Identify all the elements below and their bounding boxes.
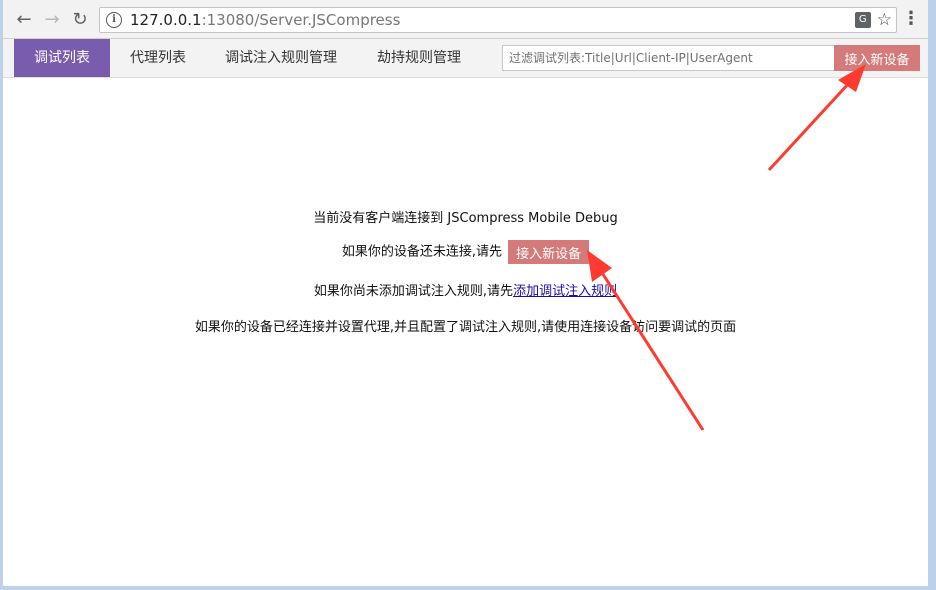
connect-new-device-inline-button[interactable]: 接入新设备	[508, 240, 590, 264]
tab-proxy-list[interactable]: 代理列表	[110, 39, 206, 77]
browser-toolbar: ← → ↻ i 127.0.0.1:13080/Server.JSCompres…	[3, 0, 928, 39]
filter-input[interactable]	[502, 45, 838, 71]
tab-hijack-rules[interactable]: 劫持规则管理	[356, 39, 482, 77]
translate-icon[interactable]: G	[854, 12, 871, 28]
rule-hint: 如果你尚未添加调试注入规则,请先添加调试注入规则	[3, 280, 928, 299]
connect-hint: 如果你的设备还未连接,请先 接入新设备	[3, 240, 928, 264]
back-arrow-icon[interactable]: ←	[13, 8, 35, 30]
usage-hint: 如果你的设备已经连接并设置代理,并且配置了调试注入规则,请使用连接设备访问要调试…	[194, 320, 737, 335]
main-content: 当前没有客户端连接到 JSCompress Mobile Debug 如果你的设…	[3, 78, 928, 586]
url-text[interactable]: 127.0.0.1:13080/Server.JSCompress	[130, 11, 400, 29]
rule-hint-text: 如果你尚未添加调试注入规则,请先	[313, 284, 514, 299]
address-bar[interactable]: i 127.0.0.1:13080/Server.JSCompress G ☆	[99, 7, 897, 33]
window-frame-bottom	[0, 586, 936, 590]
tab-debug-list[interactable]: 调试列表	[14, 39, 110, 77]
url-path: :13080/Server.JSCompress	[201, 11, 401, 29]
add-injection-rule-link[interactable]: 添加调试注入规则	[513, 284, 617, 299]
forward-arrow-icon[interactable]: →	[41, 8, 63, 30]
tab-injection-rules[interactable]: 调试注入规则管理	[206, 39, 356, 77]
no-client-message: 当前没有客户端连接到 JSCompress Mobile Debug	[313, 211, 618, 226]
url-host: 127.0.0.1	[130, 11, 202, 29]
connect-new-device-button[interactable]: 接入新设备	[834, 45, 920, 71]
window-frame-right	[928, 0, 936, 590]
info-icon[interactable]: i	[106, 12, 122, 28]
star-icon[interactable]: ☆	[877, 10, 892, 30]
kebab-menu-icon[interactable]: ⋮	[901, 9, 921, 29]
connect-hint-text: 如果你的设备还未连接,请先	[341, 244, 503, 260]
reload-icon[interactable]: ↻	[69, 8, 91, 30]
app-nav-bar: 调试列表 代理列表 调试注入规则管理 劫持规则管理 接入新设备	[3, 39, 928, 78]
